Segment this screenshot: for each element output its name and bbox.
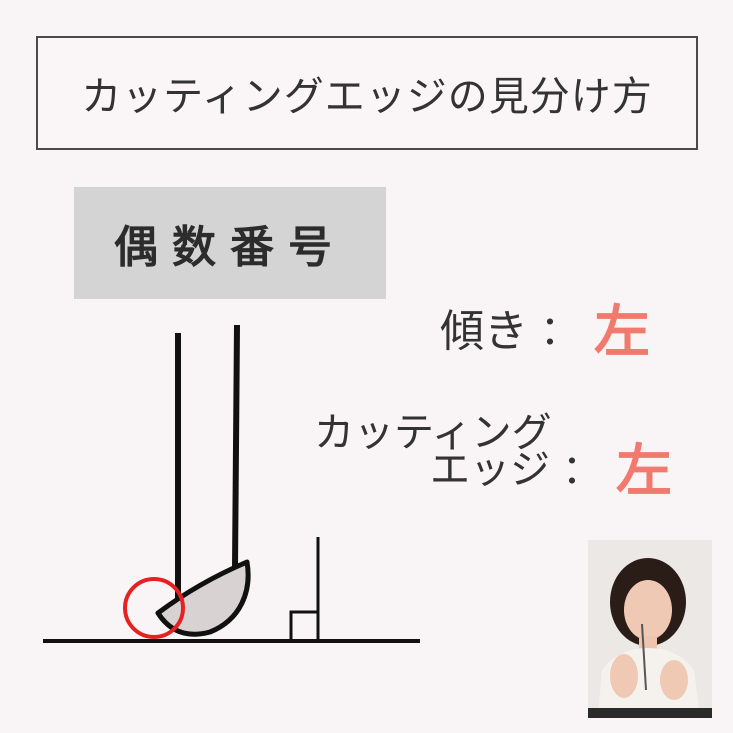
shaft-right-line [232,324,240,569]
right-angle-mark [289,610,318,641]
blade-tip [155,559,251,637]
presenter-video-thumbnail [588,540,712,718]
presenter-icon [588,540,712,718]
